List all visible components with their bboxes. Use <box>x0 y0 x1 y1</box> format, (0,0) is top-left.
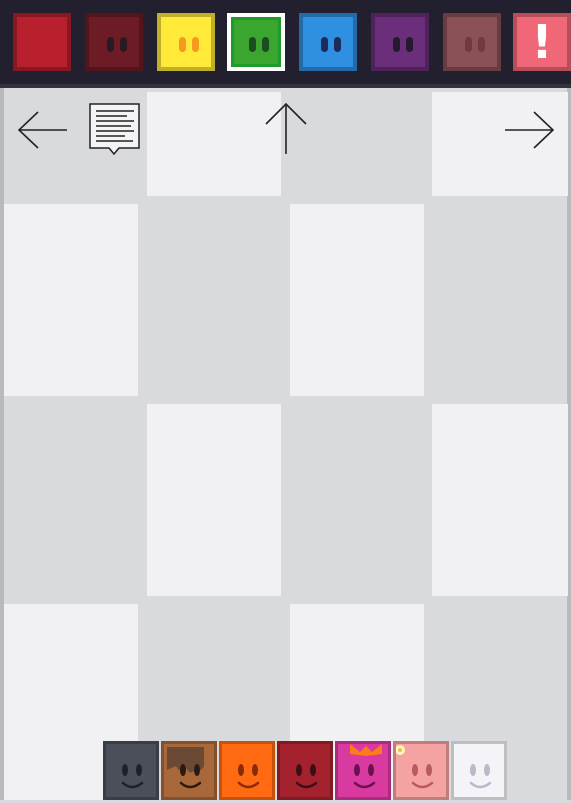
palette-swatch-dark-red[interactable] <box>85 13 143 71</box>
character-pink[interactable] <box>393 741 449 800</box>
eye-icon <box>393 37 400 52</box>
board-tile[interactable] <box>290 204 424 396</box>
character-caramel[interactable] <box>161 741 217 800</box>
eye-icon <box>120 37 127 52</box>
exclamation-icon: ! <box>531 15 553 69</box>
eye-icon <box>406 37 413 52</box>
character-orange[interactable] <box>219 741 275 800</box>
character-white[interactable] <box>451 741 507 800</box>
character-face-icon <box>237 764 260 789</box>
palette-swatch-purple[interactable] <box>371 13 429 71</box>
character-face-icon <box>469 764 492 789</box>
palette-swatch-yellow[interactable] <box>157 13 215 71</box>
palette-swatch-alert[interactable]: ! <box>513 13 571 71</box>
character-crimson[interactable] <box>277 741 333 800</box>
character-magenta[interactable] <box>335 741 391 800</box>
character-face-icon <box>121 764 144 789</box>
palette-swatch-green[interactable] <box>227 13 285 71</box>
eye-icon <box>465 37 472 52</box>
board-tile[interactable] <box>147 92 281 196</box>
palette-swatch-dusty-rose[interactable] <box>443 13 501 71</box>
eye-icon <box>107 37 114 52</box>
eye-icon <box>179 37 186 52</box>
character-face-icon <box>396 745 434 789</box>
eye-icon <box>262 37 269 52</box>
character-face-icon <box>167 747 204 789</box>
eye-icon <box>478 37 485 52</box>
character-tray <box>103 741 513 800</box>
palette-swatch-blue[interactable] <box>299 13 357 71</box>
palette-swatch-red[interactable] <box>13 13 71 71</box>
board-tile[interactable] <box>147 404 281 596</box>
character-slate[interactable] <box>103 741 159 800</box>
arrow-up-icon[interactable] <box>264 102 308 156</box>
board-tile[interactable] <box>4 204 138 396</box>
arrow-left-icon[interactable] <box>16 110 70 150</box>
eye-icon <box>321 37 328 52</box>
color-palette-bar: ! <box>0 0 571 88</box>
board-tile[interactable] <box>432 404 568 596</box>
character-face-icon <box>295 764 318 789</box>
eye-icon <box>334 37 341 52</box>
eye-icon <box>249 37 256 52</box>
character-face-icon <box>350 744 382 789</box>
arrow-right-icon[interactable] <box>502 110 556 150</box>
notes-icon[interactable] <box>89 103 141 155</box>
eye-icon <box>192 37 199 52</box>
game-board[interactable] <box>0 88 571 800</box>
